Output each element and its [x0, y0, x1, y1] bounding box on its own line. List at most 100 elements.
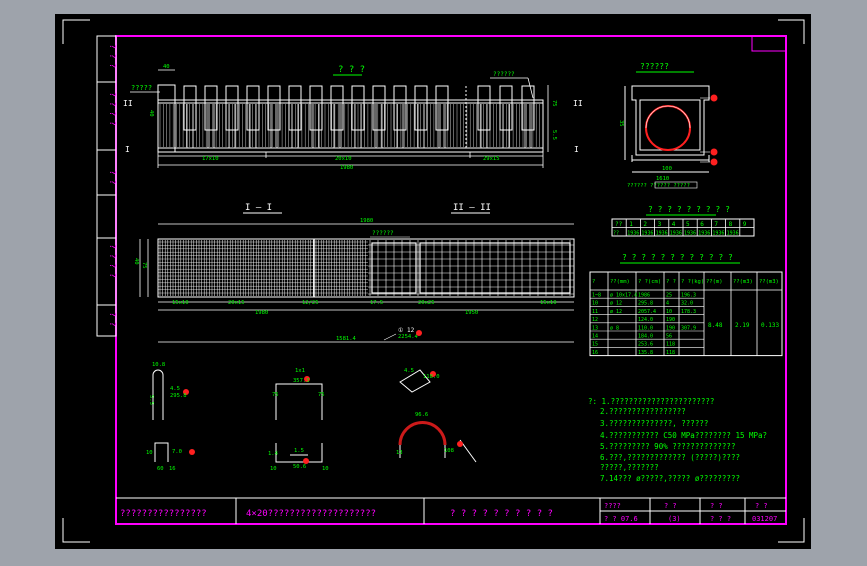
note-7: ?????,???????: [600, 463, 659, 472]
note-8: 7.14??? ø?????,????? ø?????????: [600, 474, 740, 483]
table2-merged-cell: 0.133: [761, 322, 779, 329]
s2-dim-a: 1x1: [295, 368, 305, 374]
title-h-design: ????: [604, 502, 621, 510]
table1-header-cell: 5: [686, 221, 690, 228]
table2-cell: 135.8: [638, 350, 653, 356]
s2-dim-c: 75: [272, 392, 279, 398]
table2-header-cell: ? ?(kg): [681, 279, 704, 285]
long-dim-1: 15x10: [172, 300, 189, 306]
top-view-title: ? ? ?: [338, 65, 365, 75]
table2-cell: ø 12: [610, 301, 622, 307]
long-dim-2: 20x15: [228, 300, 245, 306]
side-label-2: ? ? ? ?: [108, 92, 117, 126]
table2-cell: 1~8: [592, 293, 601, 299]
top-dim-right-2: 5.5: [551, 130, 557, 140]
note-6: 6.???,????????????? (?????)????: [600, 453, 740, 462]
s2-dim-b: 357.3: [293, 378, 310, 384]
s3-dim-a: 118.0: [423, 374, 440, 380]
table1-title: ? ? ? ? ? ? ? ? ?: [648, 205, 730, 214]
top-dim-topleft: 40: [163, 64, 170, 70]
table1-cell: 1936: [712, 231, 724, 237]
table2-header-cell: ? ?(cm): [638, 279, 661, 285]
table1-cell: 1936: [684, 231, 696, 237]
table2-cell: 4: [666, 301, 669, 307]
s5-dim-d: 10: [270, 466, 277, 472]
top-right-tag: ??????: [493, 71, 515, 78]
table2-cell: 118: [666, 350, 675, 356]
long-bar-tag: ① 12: [398, 327, 415, 334]
s1-dim-d: 5.5: [148, 395, 154, 405]
table2-cell: 184.0: [638, 334, 653, 340]
side-label-1: ? ? ?: [108, 44, 117, 68]
table1-cell: 1936: [641, 231, 653, 237]
note-2: 2.?????????????????: [600, 407, 686, 416]
section-title-i: I — I: [245, 203, 272, 213]
note-5: 5.????????? 90% ??????????????: [600, 442, 735, 451]
table2-cell: 15: [592, 342, 598, 348]
table1-header-cell: 4: [672, 221, 676, 228]
cs-dim-width: 1610: [656, 176, 669, 182]
table2-cell: 196.3: [681, 293, 696, 299]
note-1: ?: 1.???????????????????????: [588, 397, 714, 406]
side-label-3: ? ?: [108, 170, 117, 185]
table2-cell: 25: [666, 293, 672, 299]
long-left-dim-1: 40: [133, 258, 139, 265]
table2-cell: 11: [592, 309, 598, 315]
table1-header-cell: ??: [615, 221, 623, 228]
title-h-no: ? ?: [755, 502, 768, 510]
table2-cell: 1986: [638, 293, 650, 299]
long-dim-5: 20x25: [418, 300, 435, 306]
table1-cell: 1936: [670, 231, 682, 237]
table2-cell: 16: [592, 350, 598, 356]
section-mark-ii-right: II: [573, 99, 583, 108]
title-h-check: ? ?: [664, 502, 677, 510]
s5-dim-e: 10: [322, 466, 329, 472]
long-left-dim-2: 75: [141, 262, 147, 269]
long-total-dim: 1980: [360, 218, 373, 224]
title-company: ????????????????: [120, 509, 207, 519]
table1-cell: 1936: [698, 231, 710, 237]
s6-dim-c: 13: [396, 450, 403, 456]
s3-dim-b: 4.5: [404, 368, 414, 374]
side-label-4: ? ? ? ?: [108, 244, 117, 278]
table1-header-cell: 6: [700, 221, 704, 228]
cs-dim-left: 35: [618, 120, 624, 127]
table2-cell: 12: [592, 317, 598, 323]
table2-cell: ø 10x17.4: [610, 293, 637, 299]
title-v-design: ? ? 07.6: [604, 515, 638, 523]
top-dim-right-1: 75: [551, 100, 557, 107]
section-mark-i-left: I: [125, 145, 130, 154]
s4-dim-d: 16: [169, 466, 176, 472]
top-dim-b: 20x10: [335, 156, 352, 162]
table1-cell: 1936: [656, 231, 668, 237]
table1-cell: 1936: [727, 231, 739, 237]
side-label-5: ? ?: [108, 312, 117, 327]
section-mark-i-right: I: [574, 145, 579, 154]
table2-cell: 190: [666, 325, 675, 331]
table2-cell: ø 12: [610, 309, 622, 315]
top-dim-a: 17x10: [202, 156, 219, 162]
table1-cell: ??: [613, 231, 619, 237]
table2-header-cell: ??(m3): [759, 279, 779, 285]
cad-viewer-canvas[interactable]: ? ? ? ? ? ? ? ? ? ? ? ? ? ? ? ? ? ? 17x1…: [0, 0, 867, 562]
note-4: 4.??????????? C50 MPa???????? 15 MPa?: [600, 431, 767, 440]
s1-dim-c: 295.8: [170, 393, 187, 399]
table2-header-cell: ?: [592, 279, 595, 285]
top-left-tag: ?????: [131, 84, 152, 92]
table1-header-cell: 9: [743, 221, 747, 228]
long-bottom-dim-1: 1980: [255, 310, 268, 316]
table1-header-cell: 3: [658, 221, 662, 228]
table1-header-cell: 2: [643, 221, 647, 228]
s4-dim-a: 7.0: [172, 449, 182, 455]
s6-dim-a: 96.6: [415, 412, 428, 418]
table2-cell: 178.3: [681, 309, 696, 315]
title-v-date: ? ? ?: [710, 515, 731, 523]
section-title-ii: II — II: [453, 203, 491, 213]
table1-header-cell: 8: [729, 221, 733, 228]
table2-cell: 295.8: [638, 301, 653, 307]
long-dim-6: 15x10: [540, 300, 557, 306]
top-dim-c: 29x15: [483, 156, 500, 162]
table1-header-cell: 7: [714, 221, 718, 228]
table2-cell: 253.6: [638, 342, 653, 348]
section-mark-ii-left: II: [123, 99, 133, 108]
